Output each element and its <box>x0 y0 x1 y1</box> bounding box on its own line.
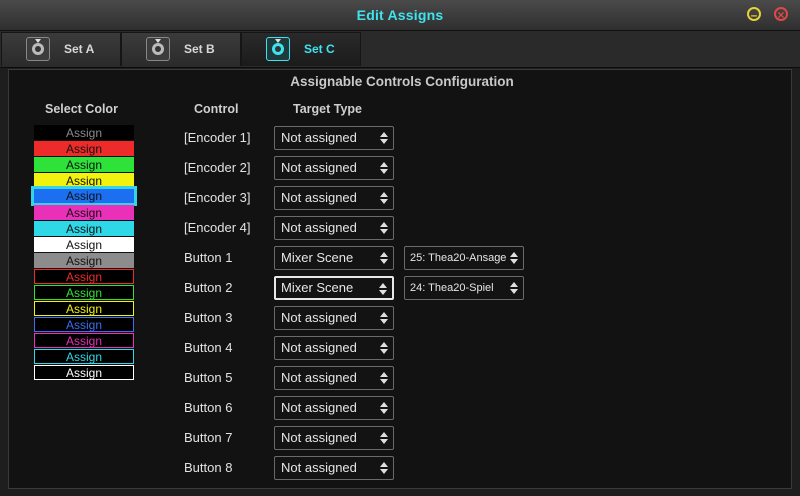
target-type-value: Not assigned <box>281 370 357 385</box>
up-down-arrows-icon <box>380 312 388 324</box>
color-swatch[interactable]: Assign <box>34 141 134 156</box>
color-swatch[interactable]: Assign <box>34 349 134 364</box>
control-label: Button 6 <box>184 400 233 415</box>
up-down-arrows-icon <box>380 372 388 384</box>
control-label: Button 1 <box>184 250 233 265</box>
target-type-header: Target Type <box>293 102 362 116</box>
target-type-value: Not assigned <box>281 340 357 355</box>
color-swatch[interactable]: Assign <box>34 253 134 268</box>
up-down-arrows-icon <box>380 342 388 354</box>
color-swatch[interactable]: Assign <box>34 237 134 252</box>
control-label: Button 7 <box>184 430 233 445</box>
up-down-arrows-icon <box>380 462 388 474</box>
tab-set-c[interactable]: Set C <box>241 32 361 66</box>
tab-set-a[interactable]: Set A <box>1 32 121 66</box>
color-swatch[interactable]: Assign <box>31 186 137 206</box>
control-label: Button 8 <box>184 460 233 475</box>
color-swatch[interactable]: Assign <box>34 205 134 220</box>
up-down-arrows-icon <box>380 252 388 264</box>
target-type-select[interactable]: Not assigned <box>274 306 394 330</box>
target-type-select[interactable]: Not assigned <box>274 456 394 480</box>
up-down-arrows-icon <box>380 222 388 234</box>
up-down-arrows-icon <box>510 282 518 294</box>
control-label: [Encoder 2] <box>184 160 251 175</box>
target-type-value: Not assigned <box>281 130 357 145</box>
channel-icon <box>26 37 50 61</box>
up-down-arrows-icon <box>380 132 388 144</box>
color-swatch[interactable]: Assign <box>34 333 134 348</box>
target-type-select[interactable]: Not assigned <box>274 186 394 210</box>
up-down-arrows-icon <box>380 162 388 174</box>
color-swatch[interactable]: Assign <box>34 269 134 284</box>
up-down-arrows-icon <box>380 432 388 444</box>
close-icon[interactable]: × <box>774 7 788 21</box>
up-down-arrows-icon <box>379 283 387 295</box>
control-label: Button 2 <box>184 280 233 295</box>
tab-bar: Set A Set B Set C <box>0 31 800 68</box>
control-label: [Encoder 3] <box>184 190 251 205</box>
target-type-select[interactable]: Not assigned <box>274 336 394 360</box>
target-type-select[interactable]: Mixer Scene <box>274 246 394 270</box>
target-type-value: Mixer Scene <box>281 250 354 265</box>
tab-label: Set B <box>184 42 215 56</box>
color-swatch[interactable]: Assign <box>34 157 134 172</box>
tab-label: Set A <box>64 42 95 56</box>
color-swatch[interactable]: Assign <box>34 285 134 300</box>
tab-set-b[interactable]: Set B <box>121 32 241 66</box>
color-swatch[interactable]: Assign <box>34 221 134 236</box>
target-type-select[interactable]: Not assigned <box>274 396 394 420</box>
target-type-value: Mixer Scene <box>281 280 354 295</box>
scene-select[interactable]: 25: Thea20-Ansage <box>404 246 524 270</box>
target-type-value: Not assigned <box>281 160 357 175</box>
title-bar: Edit Assigns – × <box>0 0 800 31</box>
control-label: Button 5 <box>184 370 233 385</box>
control-label: Button 4 <box>184 340 233 355</box>
target-type-value: Not assigned <box>281 310 357 325</box>
control-label: [Encoder 1] <box>184 130 251 145</box>
minimize-icon[interactable]: – <box>747 7 761 21</box>
control-label: Button 3 <box>184 310 233 325</box>
scene-value: 25: Thea20-Ansage <box>410 252 507 264</box>
target-type-value: Not assigned <box>281 460 357 475</box>
target-type-value: Not assigned <box>281 190 357 205</box>
target-type-select[interactable]: Mixer Scene <box>274 276 394 300</box>
up-down-arrows-icon <box>510 252 518 264</box>
color-swatch[interactable]: Assign <box>34 301 134 316</box>
channel-icon <box>146 37 170 61</box>
select-color-header: Select Color <box>45 102 118 116</box>
control-header: Control <box>194 102 239 116</box>
target-type-value: Not assigned <box>281 430 357 445</box>
scene-select[interactable]: 24: Thea20-Spiel <box>404 276 524 300</box>
scene-value: 24: Thea20-Spiel <box>410 282 494 294</box>
target-type-select[interactable]: Not assigned <box>274 126 394 150</box>
target-type-value: Not assigned <box>281 220 357 235</box>
panel-heading: Assignable Controls Configuration <box>290 74 514 89</box>
target-type-select[interactable]: Not assigned <box>274 216 394 240</box>
target-type-select[interactable]: Not assigned <box>274 426 394 450</box>
color-swatch[interactable]: Assign <box>34 317 134 332</box>
target-type-select[interactable]: Not assigned <box>274 366 394 390</box>
window-title: Edit Assigns <box>356 7 444 23</box>
target-type-value: Not assigned <box>281 400 357 415</box>
channel-icon <box>266 37 290 61</box>
color-swatch[interactable]: Assign <box>34 125 134 140</box>
target-type-select[interactable]: Not assigned <box>274 156 394 180</box>
tab-label: Set C <box>304 42 335 56</box>
color-swatch[interactable]: Assign <box>34 365 134 380</box>
up-down-arrows-icon <box>380 402 388 414</box>
control-label: [Encoder 4] <box>184 220 251 235</box>
up-down-arrows-icon <box>380 192 388 204</box>
